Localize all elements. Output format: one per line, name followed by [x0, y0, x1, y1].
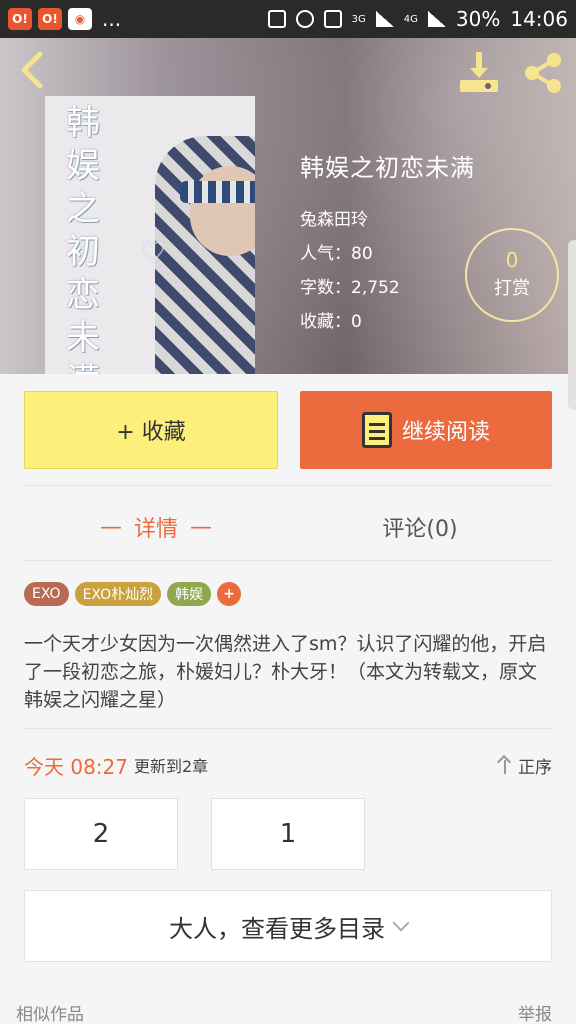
tab-dash-right: —	[190, 514, 212, 540]
divider	[24, 485, 552, 486]
report-link[interactable]: 举报	[518, 1000, 552, 1024]
tag-exo-chanyeol[interactable]: EXO朴灿烈	[74, 582, 162, 606]
continue-reading-button[interactable]: 继续阅读	[300, 391, 552, 469]
book-word-count: 字数：2,752	[300, 278, 400, 298]
book-popularity: 人气：80	[300, 244, 373, 264]
reward-button[interactable]: 0 打赏	[465, 228, 559, 322]
add-tag-button[interactable]: +	[217, 582, 242, 606]
cover-title-char: 初	[66, 232, 100, 272]
network-4g-label: 4G	[403, 13, 418, 25]
reward-count: 0	[505, 248, 519, 272]
tag-list: EXO EXO朴灿烈 韩娱 +	[24, 582, 242, 606]
divider	[24, 560, 552, 561]
book-icon	[361, 412, 392, 448]
view-more-toc-button[interactable]: 大人，查看更多目录	[24, 890, 552, 962]
network-3g-label: 3G	[351, 13, 366, 25]
chevron-down-icon	[392, 914, 410, 932]
back-arrow-icon[interactable]	[14, 48, 50, 92]
tag-k-ent[interactable]: 韩娱	[167, 582, 212, 606]
book-info: 韩娱之初恋未满 兔森田玲 人气：80 字数：2,752 收藏：0	[300, 148, 475, 341]
status-right: 3G 4G 30% 14:06	[267, 7, 568, 31]
tab-comments[interactable]: 评论(0)	[288, 498, 552, 556]
app-root: O! O! ◉ ... 3G 4G 30% 14:06 韩 娱 之 初 恋 未 …	[0, 0, 576, 1024]
tab-comments-label: 评论(0)	[382, 517, 458, 542]
cover-title-char: 未	[66, 318, 100, 358]
sort-order-button[interactable]: 正序	[498, 753, 552, 778]
update-row: 今天 08:27 更新到2章 正序	[24, 750, 552, 780]
chapter-button[interactable]: 2	[24, 798, 178, 870]
update-text: 更新到2章	[134, 757, 209, 776]
book-cover[interactable]: 韩 娱 之 初 恋 未 满 ♡	[45, 96, 255, 374]
share-icon[interactable]	[520, 50, 566, 96]
notification-app-icon: O!	[8, 8, 32, 30]
divider	[24, 728, 552, 729]
continue-reading-label: 继续阅读	[401, 420, 490, 445]
tab-bar: — 详情 — 评论(0)	[24, 498, 552, 556]
cover-heart-icon: ♡	[141, 236, 167, 269]
collect-button-label: + 收藏	[116, 420, 186, 445]
download-icon[interactable]	[456, 50, 502, 96]
clock: 14:06	[510, 7, 568, 31]
cover-title-char: 恋	[66, 275, 100, 315]
signal-icon	[375, 11, 394, 27]
tab-dash-left: —	[99, 514, 122, 540]
sort-order-label: 正序	[518, 757, 552, 778]
app-notification-icon: ◉	[68, 8, 92, 30]
cover-title: 韩 娱 之 初 恋 未 满	[53, 102, 113, 374]
battery-level: 30%	[455, 7, 501, 31]
chapter-button[interactable]: 1	[211, 798, 365, 870]
tag-exo[interactable]: EXO	[24, 582, 69, 606]
side-edge-handle[interactable]	[568, 240, 576, 410]
book-author[interactable]: 兔森田玲	[300, 205, 475, 239]
view-more-toc-label: 大人，查看更多目录	[169, 914, 385, 943]
collect-button[interactable]: + 收藏	[24, 391, 278, 469]
cover-title-char: 之	[66, 189, 100, 229]
more-notifications-indicator: ...	[102, 7, 122, 31]
arrow-up-icon	[498, 756, 512, 774]
alarm-icon	[295, 10, 314, 28]
cover-title-char: 满	[53, 360, 113, 374]
book-header: 韩 娱 之 初 恋 未 满 ♡ 韩娱之初恋未满 兔森田玲 人气：80 字数：2,…	[0, 38, 576, 374]
tab-details[interactable]: — 详情 —	[24, 498, 288, 556]
similar-works-heading: 相似作品	[16, 1005, 84, 1024]
cover-headband	[180, 181, 255, 203]
nfc-icon	[267, 10, 286, 28]
cover-face	[190, 166, 255, 256]
book-title: 韩娱之初恋未满	[300, 154, 475, 182]
signal-icon	[427, 11, 446, 27]
cover-title-char: 韩	[66, 103, 100, 143]
reward-label: 打赏	[494, 278, 530, 299]
update-time: 今天 08:27	[24, 754, 128, 779]
notification-app-icon: O!	[38, 8, 62, 30]
book-description: 一个天才少女因为一次偶然进入了sm？认识了闪耀的他，开启了一段初恋之旅，朴媛妇儿…	[24, 633, 547, 711]
cover-title-char: 娱	[66, 146, 100, 186]
chapter-label: 1	[279, 819, 297, 849]
tab-details-label: 详情	[133, 517, 178, 542]
book-favorites: 收藏：0	[300, 312, 362, 332]
chapter-label: 2	[92, 819, 110, 849]
home-icon	[323, 10, 342, 28]
status-bar: O! O! ◉ ... 3G 4G 30% 14:06	[0, 0, 576, 38]
